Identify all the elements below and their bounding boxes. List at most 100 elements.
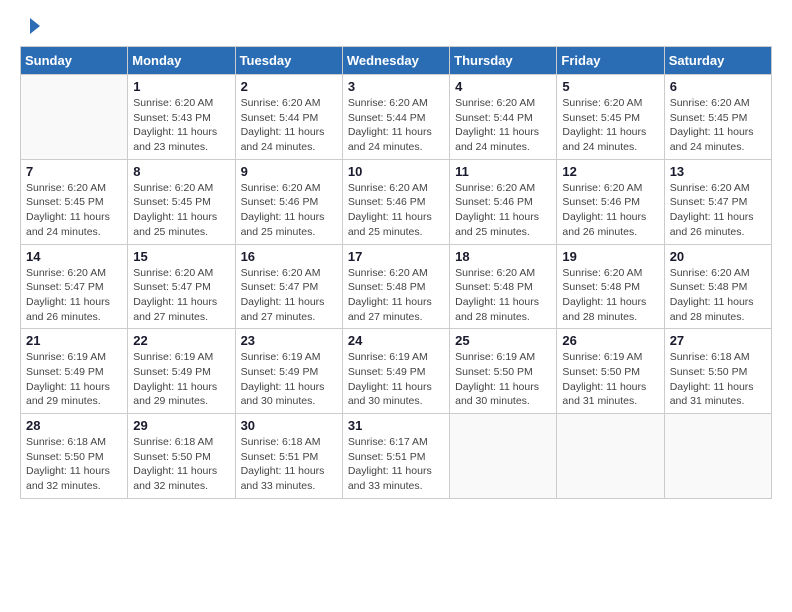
weekday-header-tuesday: Tuesday — [235, 47, 342, 75]
day-info: Sunrise: 6:20 AM Sunset: 5:47 PM Dayligh… — [670, 181, 766, 240]
weekday-header-sunday: Sunday — [21, 47, 128, 75]
calendar-cell: 22Sunrise: 6:19 AM Sunset: 5:49 PM Dayli… — [128, 329, 235, 414]
day-number: 25 — [455, 333, 551, 348]
calendar-cell: 13 Sunrise: 6:20 AM Sunset: 5:47 PM Dayli… — [664, 159, 771, 244]
calendar-week-row: 28 Sunrise: 6:18 AM Sunset: 5:50 PM Dayli… — [21, 414, 772, 499]
day-info: Sunrise: 6:19 AM Sunset: 5:49 PM Dayligh… — [241, 350, 337, 409]
calendar-week-row: 1 Sunrise: 6:20 AM Sunset: 5:43 PM Daylig… — [21, 75, 772, 160]
calendar-cell: 27 Sunrise: 6:18 AM Sunset: 5:50 PM Dayli… — [664, 329, 771, 414]
calendar-cell: 1 Sunrise: 6:20 AM Sunset: 5:43 PM Daylig… — [128, 75, 235, 160]
day-info: Sunrise: 6:20 AM Sunset: 5:45 PM Dayligh… — [670, 96, 766, 155]
day-info: Sunrise: 6:19 AM Sunset: 5:49 PM Dayligh… — [348, 350, 444, 409]
day-number: 15 — [133, 249, 229, 264]
day-info: Sunrise: 6:20 AM Sunset: 5:48 PM Dayligh… — [562, 266, 658, 325]
day-info: Sunrise: 6:20 AM Sunset: 5:43 PM Dayligh… — [133, 96, 229, 155]
calendar-cell: 5 Sunrise: 6:20 AM Sunset: 5:45 PM Daylig… — [557, 75, 664, 160]
day-info: Sunrise: 6:20 AM Sunset: 5:46 PM Dayligh… — [348, 181, 444, 240]
day-number: 13 — [670, 164, 766, 179]
calendar-cell: 2 Sunrise: 6:20 AM Sunset: 5:44 PM Daylig… — [235, 75, 342, 160]
day-info: Sunrise: 6:19 AM Sunset: 5:49 PM Dayligh… — [26, 350, 122, 409]
day-number: 5 — [562, 79, 658, 94]
day-info: Sunrise: 6:20 AM Sunset: 5:46 PM Dayligh… — [455, 181, 551, 240]
day-info: Sunrise: 6:19 AM Sunset: 5:50 PM Dayligh… — [455, 350, 551, 409]
calendar-cell: 3Sunrise: 6:20 AM Sunset: 5:44 PM Daylig… — [342, 75, 449, 160]
calendar-cell: 26 Sunrise: 6:19 AM Sunset: 5:50 PM Dayli… — [557, 329, 664, 414]
calendar-cell: 21 Sunrise: 6:19 AM Sunset: 5:49 PM Dayli… — [21, 329, 128, 414]
calendar-week-row: 14 Sunrise: 6:20 AM Sunset: 5:47 PM Dayli… — [21, 244, 772, 329]
day-info: Sunrise: 6:20 AM Sunset: 5:45 PM Dayligh… — [26, 181, 122, 240]
day-number: 7 — [26, 164, 122, 179]
day-info: Sunrise: 6:20 AM Sunset: 5:47 PM Dayligh… — [133, 266, 229, 325]
day-info: Sunrise: 6:19 AM Sunset: 5:50 PM Dayligh… — [562, 350, 658, 409]
day-number: 10 — [348, 164, 444, 179]
day-info: Sunrise: 6:20 AM Sunset: 5:47 PM Dayligh… — [26, 266, 122, 325]
day-number: 8 — [133, 164, 229, 179]
calendar-cell — [450, 414, 557, 499]
day-number: 12 — [562, 164, 658, 179]
day-number: 23 — [241, 333, 337, 348]
day-number: 24 — [348, 333, 444, 348]
day-info: Sunrise: 6:20 AM Sunset: 5:48 PM Dayligh… — [670, 266, 766, 325]
day-number: 27 — [670, 333, 766, 348]
calendar-cell: 18 Sunrise: 6:20 AM Sunset: 5:48 PM Dayli… — [450, 244, 557, 329]
calendar-cell: 10 Sunrise: 6:20 AM Sunset: 5:46 PM Dayli… — [342, 159, 449, 244]
day-number: 31 — [348, 418, 444, 433]
day-number: 28 — [26, 418, 122, 433]
calendar-cell: 6 Sunrise: 6:20 AM Sunset: 5:45 PM Daylig… — [664, 75, 771, 160]
day-number: 4 — [455, 79, 551, 94]
day-number: 21 — [26, 333, 122, 348]
calendar-cell: 25 Sunrise: 6:19 AM Sunset: 5:50 PM Dayli… — [450, 329, 557, 414]
day-number: 26 — [562, 333, 658, 348]
day-number: 2 — [241, 79, 337, 94]
calendar-cell — [664, 414, 771, 499]
calendar-cell: 14 Sunrise: 6:20 AM Sunset: 5:47 PM Dayli… — [21, 244, 128, 329]
weekday-header-friday: Friday — [557, 47, 664, 75]
day-number: 18 — [455, 249, 551, 264]
day-number: 1 — [133, 79, 229, 94]
calendar-cell: 7 Sunrise: 6:20 AM Sunset: 5:45 PM Daylig… — [21, 159, 128, 244]
day-info: Sunrise: 6:18 AM Sunset: 5:50 PM Dayligh… — [26, 435, 122, 494]
day-number: 6 — [670, 79, 766, 94]
day-number: 22 — [133, 333, 229, 348]
day-number: 20 — [670, 249, 766, 264]
day-info: Sunrise: 6:18 AM Sunset: 5:50 PM Dayligh… — [133, 435, 229, 494]
calendar-cell: 28 Sunrise: 6:18 AM Sunset: 5:50 PM Dayli… — [21, 414, 128, 499]
calendar-table: SundayMondayTuesdayWednesdayThursdayFrid… — [20, 46, 772, 499]
day-info: Sunrise: 6:17 AM Sunset: 5:51 PM Dayligh… — [348, 435, 444, 494]
day-number: 30 — [241, 418, 337, 433]
day-number: 14 — [26, 249, 122, 264]
day-info: Sunrise: 6:20 AM Sunset: 5:45 PM Dayligh… — [562, 96, 658, 155]
day-info: Sunrise: 6:20 AM Sunset: 5:47 PM Dayligh… — [241, 266, 337, 325]
day-info: Sunrise: 6:18 AM Sunset: 5:50 PM Dayligh… — [670, 350, 766, 409]
calendar-cell: 15 Sunrise: 6:20 AM Sunset: 5:47 PM Dayli… — [128, 244, 235, 329]
day-number: 29 — [133, 418, 229, 433]
weekday-header-wednesday: Wednesday — [342, 47, 449, 75]
day-info: Sunrise: 6:20 AM Sunset: 5:45 PM Dayligh… — [133, 181, 229, 240]
calendar-week-row: 7 Sunrise: 6:20 AM Sunset: 5:45 PM Daylig… — [21, 159, 772, 244]
calendar-cell: 11 Sunrise: 6:20 AM Sunset: 5:46 PM Dayli… — [450, 159, 557, 244]
logo-triangle-icon — [22, 16, 42, 36]
day-info: Sunrise: 6:20 AM Sunset: 5:44 PM Dayligh… — [241, 96, 337, 155]
calendar-cell: 4 Sunrise: 6:20 AM Sunset: 5:44 PM Daylig… — [450, 75, 557, 160]
day-info: Sunrise: 6:20 AM Sunset: 5:46 PM Dayligh… — [241, 181, 337, 240]
weekday-header-row: SundayMondayTuesdayWednesdayThursdayFrid… — [21, 47, 772, 75]
weekday-header-saturday: Saturday — [664, 47, 771, 75]
day-info: Sunrise: 6:20 AM Sunset: 5:44 PM Dayligh… — [348, 96, 444, 155]
day-number: 17 — [348, 249, 444, 264]
day-number: 11 — [455, 164, 551, 179]
calendar-cell: 20 Sunrise: 6:20 AM Sunset: 5:48 PM Dayli… — [664, 244, 771, 329]
weekday-header-thursday: Thursday — [450, 47, 557, 75]
calendar-cell — [557, 414, 664, 499]
day-number: 9 — [241, 164, 337, 179]
calendar-cell: 12Sunrise: 6:20 AM Sunset: 5:46 PM Dayli… — [557, 159, 664, 244]
logo — [20, 20, 42, 36]
day-info: Sunrise: 6:20 AM Sunset: 5:48 PM Dayligh… — [455, 266, 551, 325]
day-info: Sunrise: 6:20 AM Sunset: 5:44 PM Dayligh… — [455, 96, 551, 155]
calendar-cell: 17 Sunrise: 6:20 AM Sunset: 5:48 PM Dayli… — [342, 244, 449, 329]
calendar-cell: 9 Sunrise: 6:20 AM Sunset: 5:46 PM Daylig… — [235, 159, 342, 244]
calendar-cell: 30Sunrise: 6:18 AM Sunset: 5:51 PM Dayli… — [235, 414, 342, 499]
day-info: Sunrise: 6:20 AM Sunset: 5:48 PM Dayligh… — [348, 266, 444, 325]
calendar-cell: 24 Sunrise: 6:19 AM Sunset: 5:49 PM Dayli… — [342, 329, 449, 414]
calendar-cell: 23 Sunrise: 6:19 AM Sunset: 5:49 PM Dayli… — [235, 329, 342, 414]
header — [20, 20, 772, 36]
